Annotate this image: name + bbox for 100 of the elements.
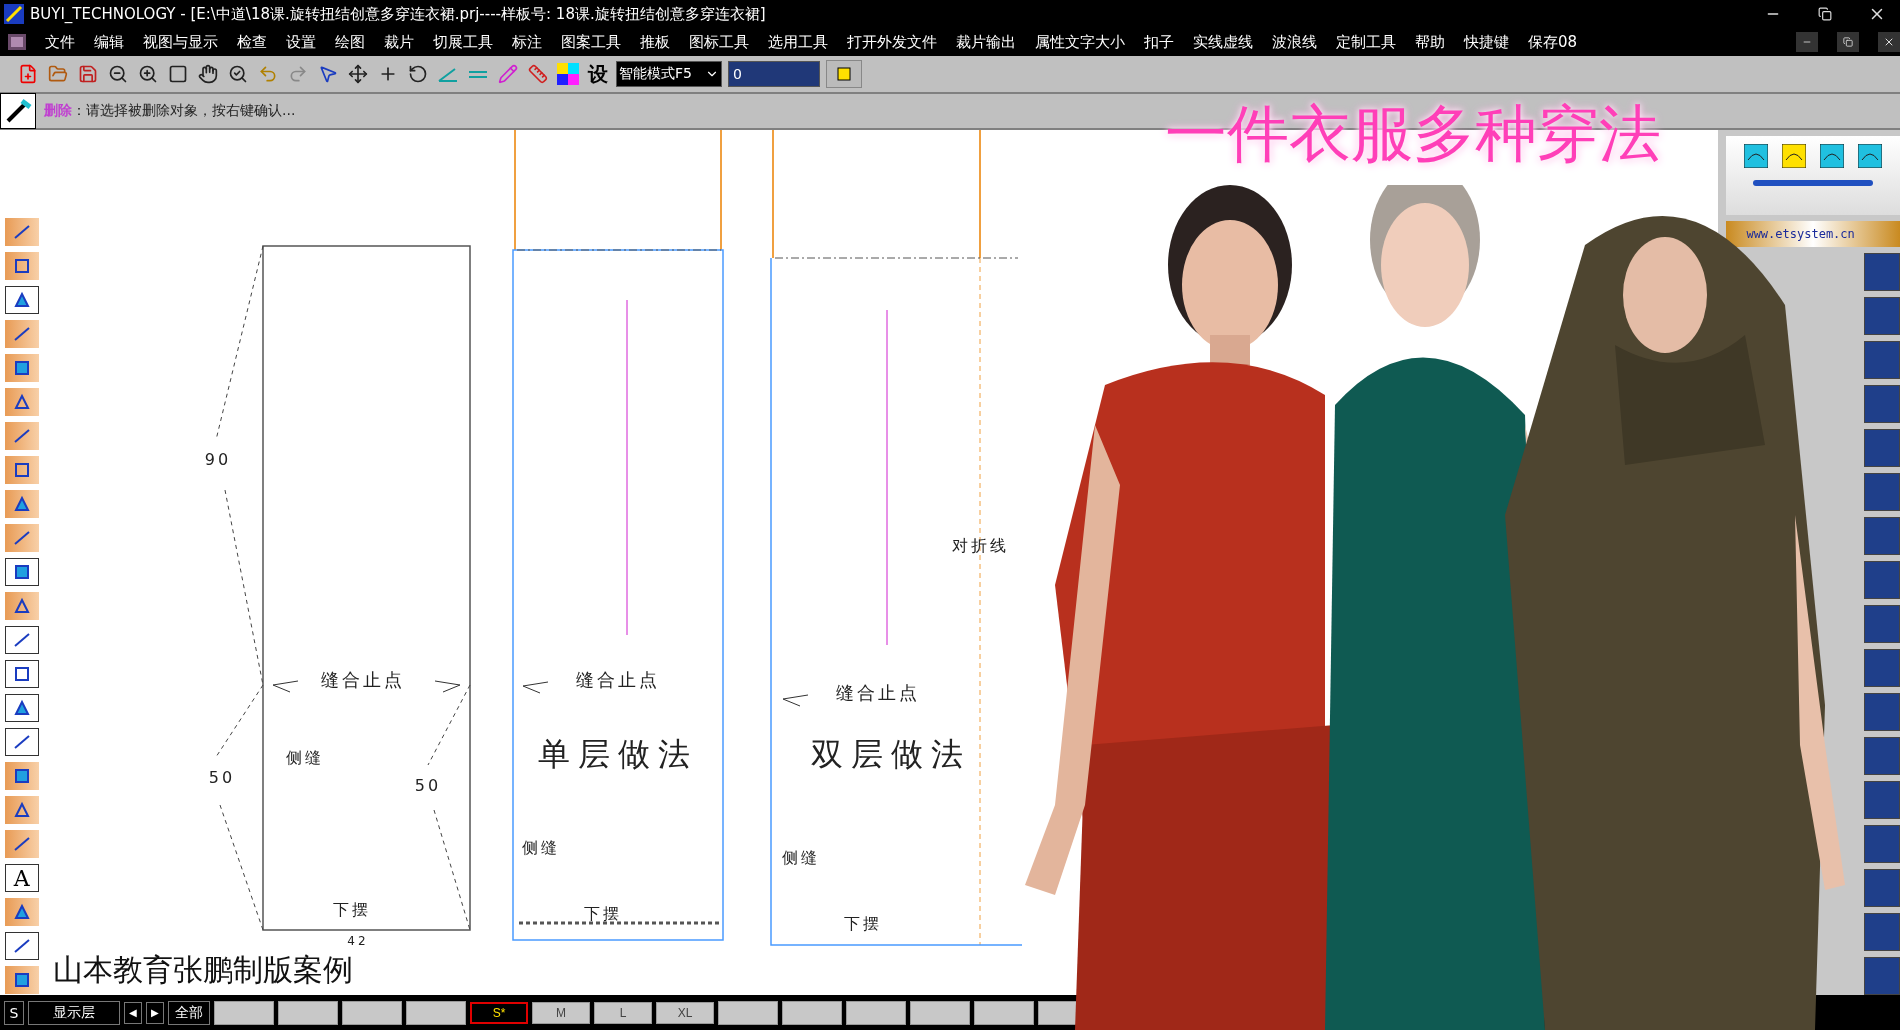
pattern-label: 双层做法 [811,735,972,773]
color-grid-icon[interactable] [557,63,579,85]
text-tool-button[interactable]: A [4,864,39,892]
website-link[interactable]: www.etsystem.cn [1726,221,1900,247]
save-icon[interactable] [78,64,98,84]
status-cell [342,1000,402,1025]
all-label: 全部 [168,1000,210,1025]
layer-key: S [4,1000,24,1025]
pointer-icon[interactable] [318,64,338,84]
pattern-label: 对折线 [951,536,1009,555]
restore-icon[interactable] [1818,7,1832,21]
status-cell [278,1000,338,1025]
panel-tool-icon[interactable] [1858,144,1883,168]
frame-icon [836,66,852,82]
panel-tool-icon[interactable] [1744,144,1769,168]
menu-item[interactable]: 打开外发文件 [847,32,937,52]
next-button[interactable]: ▶ [146,1001,164,1024]
menu-item[interactable]: 裁片输出 [956,32,1016,52]
menu-item[interactable]: 推板 [640,32,670,52]
minimize-button[interactable] [1796,32,1818,52]
menu-item[interactable]: 绘图 [335,32,365,52]
tool-button[interactable] [4,524,39,552]
rotate-icon[interactable] [408,64,428,84]
menu-item[interactable]: 图案工具 [561,32,621,52]
size-tab[interactable]: M [532,1001,590,1024]
tool-button[interactable] [4,354,39,382]
tool-button[interactable] [4,456,39,484]
menu-item[interactable]: 实线虚线 [1193,32,1253,52]
menu-item[interactable]: 保存08 [1528,32,1578,52]
new-file-icon[interactable] [18,64,38,84]
pattern-label: 下摆 [844,914,883,933]
settings-text-button[interactable]: 设 [586,60,610,88]
menu-item[interactable]: 切展工具 [433,32,493,52]
hand-icon[interactable] [198,64,218,84]
pen-icon [1753,178,1874,188]
tool-button[interactable] [4,218,39,246]
tool-button[interactable] [4,762,39,790]
pattern-label: 侧缝 [286,748,325,767]
menu-item[interactable]: 扣子 [1144,32,1174,52]
pattern-label: 侧缝 [522,838,561,857]
tool-button[interactable] [4,694,39,722]
menu-item[interactable]: 定制工具 [1336,32,1396,52]
tool-button[interactable] [4,252,39,280]
tool-button[interactable] [4,490,39,518]
menu-item[interactable]: 检查 [237,32,267,52]
mode-dropdown[interactable]: 智能模式F5 [616,61,722,87]
tool-button[interactable] [4,898,39,926]
tool-button[interactable] [4,966,39,994]
menu-item[interactable]: 波浪线 [1272,32,1317,52]
menu-item[interactable]: 裁片 [384,32,414,52]
app-logo-icon [4,4,24,24]
tool-button[interactable] [4,796,39,824]
ruler-icon[interactable] [528,64,548,84]
size-tab[interactable]: L [594,1001,652,1024]
pattern-label: 下摆 [584,904,623,923]
status-cell [406,1000,466,1025]
menu-item[interactable]: 编辑 [94,32,124,52]
pattern-label: 90 [205,450,232,469]
menu-item[interactable]: 视图与显示 [143,32,218,52]
pattern-label: 42 [347,934,370,948]
pattern-label: 缝合止点 [836,682,921,703]
size-tab[interactable]: XL [656,1001,714,1024]
frame-button[interactable] [826,60,862,88]
panel-tool-icon[interactable] [1820,144,1845,168]
tool-button[interactable] [4,558,39,586]
tool-button[interactable] [4,728,39,756]
rectangle-icon[interactable] [168,64,188,84]
zoom-in-icon[interactable] [138,64,158,84]
menu-item[interactable]: 设置 [286,32,316,52]
tool-button[interactable] [4,320,39,348]
menu-item[interactable]: 选用工具 [768,32,828,52]
tool-button[interactable] [4,932,39,960]
status-cell [910,1000,970,1025]
tool-button[interactable] [4,626,39,654]
size-tab[interactable]: S* [470,1001,528,1024]
pattern-label: 缝合止点 [576,669,661,690]
tool-button[interactable] [4,286,39,314]
menu-item[interactable]: 帮助 [1415,32,1445,52]
menu-item[interactable]: 标注 [512,32,542,52]
tool-button[interactable] [4,388,39,416]
open-folder-icon[interactable] [48,64,68,84]
tool-button[interactable] [4,592,39,620]
move-icon[interactable] [348,64,368,84]
status-cell [214,1000,274,1025]
value-field[interactable]: 0 [728,61,820,87]
tool-button[interactable] [4,660,39,688]
restore-button[interactable] [1837,32,1859,52]
menu-item[interactable]: 属性文字大小 [1035,32,1125,52]
zoom-out-icon[interactable] [108,64,128,84]
caption-text: 山本教育张鹏制版案例 [53,951,354,989]
panel-tool-icon[interactable] [1782,144,1807,168]
close-button[interactable] [1878,32,1900,52]
tool-button[interactable] [4,422,39,450]
zoom-fit-icon[interactable] [228,64,248,84]
menu-item[interactable]: 文件 [45,32,75,52]
menu-item[interactable]: 图标工具 [689,32,749,52]
tool-button[interactable] [4,830,39,858]
menu-item[interactable]: 快捷键 [1464,32,1509,52]
pattern-label: 50 [209,768,236,787]
previous-button[interactable]: ◀ [124,1001,142,1024]
